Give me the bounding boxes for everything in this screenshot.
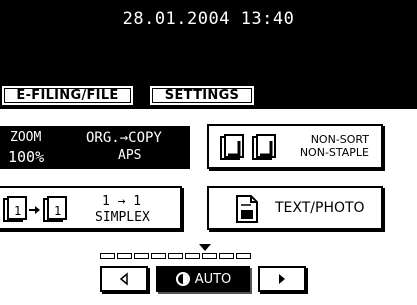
tab-efiling-file[interactable]: E-FILING/FILE — [0, 84, 135, 107]
zoom-label: ZOOM — [10, 130, 42, 145]
auto-label: AUTO — [194, 271, 232, 287]
auto-density-icon — [175, 272, 190, 286]
density-scale — [100, 253, 310, 261]
zoom-button[interactable]: ZOOM 100% ORG.→COPY APS — [0, 126, 190, 169]
zoom-value: 100% — [8, 148, 45, 166]
density-segment — [100, 253, 115, 259]
image-mode-button[interactable]: TEXT/PHOTO — [207, 186, 383, 230]
paper-size-value: APS — [118, 148, 142, 163]
date-time: 28.01.2004 13:40 — [122, 9, 295, 29]
density-pointer — [199, 244, 211, 251]
density-segment — [168, 253, 183, 259]
density-segment — [117, 253, 132, 259]
auto-density-button[interactable]: AUTO — [156, 266, 250, 292]
svg-text:1: 1 — [14, 204, 21, 218]
svg-text:1: 1 — [54, 204, 61, 218]
density-segment — [134, 253, 149, 259]
arrow-left-icon — [119, 272, 128, 286]
darker-button[interactable] — [258, 266, 306, 292]
density-segment — [185, 253, 200, 259]
finishing-label: NON-SORT NON-STAPLE — [299, 133, 369, 159]
finishing-button[interactable]: NON-SORT NON-STAPLE — [207, 124, 383, 169]
density-segment — [219, 253, 234, 259]
density-segment — [236, 253, 251, 259]
arrow-right-icon — [279, 274, 285, 284]
tab-settings[interactable]: SETTINGS — [148, 84, 256, 107]
document-icon — [236, 195, 258, 223]
divider — [0, 107, 417, 109]
simplex-icon: 1 1 — [3, 196, 67, 222]
image-mode-label: TEXT/PHOTO — [275, 200, 365, 216]
density-segment — [151, 253, 166, 259]
duplex-button[interactable]: 1 1 1 → 1 SIMPLEX — [0, 186, 182, 230]
org-copy-label: ORG.→COPY — [86, 130, 162, 146]
density-segment — [202, 253, 217, 259]
duplex-mode: 1 → 1 — [102, 194, 142, 209]
lighter-button[interactable] — [100, 266, 148, 292]
copies-stack-icon — [220, 134, 276, 160]
duplex-label: SIMPLEX — [95, 210, 150, 225]
